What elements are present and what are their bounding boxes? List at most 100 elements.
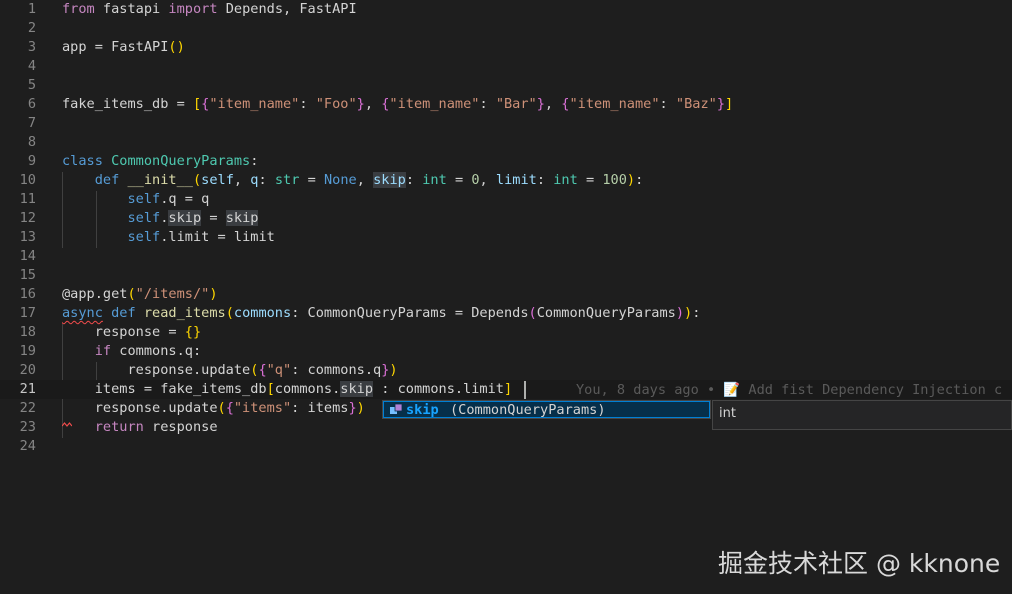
code-token: ( [217,400,226,416]
code-token: int [422,172,447,188]
line-number: 18 [19,324,36,340]
code-line[interactable]: 1 from fastapi import Depends, FastAPI [0,0,1012,19]
code-line[interactable]: 10 def __init__(self, q: str = None, ski… [0,171,1012,190]
code-token: class [62,153,103,169]
code-token: = [446,172,472,188]
autocomplete-widget[interactable]: skip (CommonQueryParams) [382,400,711,419]
code-line[interactable]: 8 [0,133,1012,152]
code-token: : [635,172,644,188]
code-token: {} [184,324,202,340]
code-line[interactable]: 18 response = {} [0,323,1012,342]
code-token: CommonQueryParams [111,153,251,169]
code-token: self [201,172,234,188]
code-token: CommonQueryParams [536,305,676,321]
code-token: : commons.q [291,362,382,378]
code-line[interactable]: 24 [0,437,1012,456]
code-token: , [479,172,496,188]
autocomplete-detail: (CommonQueryParams) [450,402,606,418]
code-line[interactable]: 9 class CommonQueryParams: [0,152,1012,171]
code-token: , [364,96,382,112]
code-token: : [299,96,316,112]
code-token: skip [168,210,202,226]
code-line[interactable]: 20 response.update({"q": commons.q}) [0,361,1012,380]
code-line[interactable]: 4 [0,57,1012,76]
code-line[interactable]: 17 async def read_items(commons: CommonQu… [0,304,1012,323]
line-number: 4 [27,58,36,74]
code-token: response.update [62,400,218,416]
code-token: "/items/" [135,286,210,302]
code-token: int [553,172,578,188]
code-text: self.limit = limit [62,228,274,247]
code-line[interactable]: 6 fake_items_db = [{"item_name": "Foo"}, … [0,95,1012,114]
code-token: : [250,153,259,169]
code-line[interactable]: 11 self.q = q [0,190,1012,209]
code-token: ( [127,286,136,302]
line-number: 6 [27,96,36,112]
code-token: commons [233,305,292,321]
code-text: fake_items_db = [{"item_name": "Foo"}, {… [62,95,733,114]
line-number: 3 [27,39,36,55]
code-text: if commons.q: [62,342,201,361]
code-token: return [94,419,144,435]
code-token: { [258,362,267,378]
code-text: @app.get("/items/") [62,285,218,304]
autocomplete-item[interactable]: skip (CommonQueryParams) [383,401,710,418]
code-token: Depends, FastAPI [217,1,357,17]
code-token: ] [725,96,734,112]
code-line[interactable]: 2 [0,19,1012,38]
code-token: if [94,343,112,359]
autocomplete-label: skip [406,402,439,418]
error-squiggle [62,422,72,427]
code-line[interactable]: 7 [0,114,1012,133]
code-token: () [168,39,185,55]
line-number: 17 [19,305,36,321]
code-token: ] [503,381,513,397]
code-token: : CommonQueryParams = Depends [291,305,529,321]
code-token: } [536,96,545,112]
code-token: "Baz" [675,96,717,112]
code-token: ( [528,305,537,321]
code-line[interactable]: 3 app = FastAPI() [0,38,1012,57]
code-line[interactable]: 12 self.skip = skip [0,209,1012,228]
code-text: def __init__(self, q: str = None, skip: … [62,171,643,190]
code-token: self [127,229,161,245]
line-number: 15 [19,267,36,283]
type-info-text: int [719,406,736,421]
code-token: async [62,305,103,321]
code-token: "Foo" [315,96,357,112]
code-line[interactable]: 5 [0,76,1012,95]
code-token: : [405,172,423,188]
code-token: def [94,172,120,188]
line-number: 23 [19,419,36,435]
code-token: , [544,96,562,112]
code-token: "item_name" [389,96,480,112]
line-number: 9 [27,153,36,169]
code-line[interactable]: 16 @app.get("/items/") [0,285,1012,304]
code-editor[interactable]: 1 from fastapi import Depends, FastAPI 2 3 a… [0,0,1012,594]
line-number: 24 [19,438,36,454]
code-token: : commons.limit [373,381,504,397]
code-token: skip [373,172,406,188]
code-token: __init__ [127,172,193,188]
code-line[interactable]: 13 self.limit = limit [0,228,1012,247]
code-token: } [356,96,365,112]
code-token: skip [225,210,259,226]
code-token: app = FastAPI [62,39,169,55]
code-token: , [233,172,251,188]
code-line[interactable]: 14 [0,247,1012,266]
code-token: response.update [62,362,251,378]
code-token: = [201,210,226,226]
code-token: : [258,172,275,188]
code-token: from [62,1,95,17]
code-line[interactable]: 19 if commons.q: [0,342,1012,361]
code-token: ) [209,286,218,302]
code-line[interactable]: 15 [0,266,1012,285]
code-token: def [111,305,136,321]
code-token: ) [389,362,398,378]
